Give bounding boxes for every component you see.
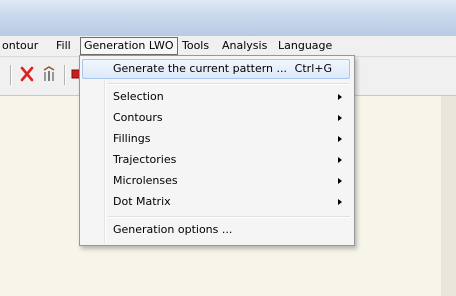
submenu-arrow-icon	[338, 157, 342, 163]
menu-item-label: Fillings	[113, 132, 151, 145]
shortcut-label: Ctrl+G	[294, 62, 332, 75]
menu-separator	[108, 83, 350, 85]
menu-item-label: Trajectories	[113, 153, 177, 166]
menu-item-dot-matrix[interactable]: Dot Matrix	[82, 192, 350, 212]
submenu-arrow-icon	[338, 136, 342, 142]
menu-bar: ontour Fill Generation LWO Tools Analysi…	[0, 36, 456, 57]
menu-item-label: Generate the current pattern ...	[113, 62, 288, 75]
menu-item-selection[interactable]: Selection	[82, 87, 350, 107]
menu-tools[interactable]: Tools	[180, 38, 211, 54]
menu-item-generate-pattern[interactable]: Generate the current pattern ... Ctrl+G	[82, 59, 350, 79]
menu-item-label: Generation options ...	[113, 223, 233, 236]
menu-generation-lwo[interactable]: Generation LWO	[80, 37, 178, 55]
menu-fill[interactable]: Fill	[54, 38, 73, 54]
submenu-arrow-icon	[338, 115, 342, 121]
toolbar-separator	[64, 65, 66, 85]
menu-item-label: Contours	[113, 111, 163, 124]
menu-separator	[108, 216, 350, 218]
menu-analysis[interactable]: Analysis	[220, 38, 269, 54]
title-bar	[0, 0, 456, 36]
menu-item-label: Microlenses	[113, 174, 178, 187]
menu-item-label: Selection	[113, 90, 164, 103]
workspace-edge	[441, 96, 456, 296]
menu-item-label: Dot Matrix	[113, 195, 171, 208]
menu-contour[interactable]: ontour	[0, 38, 40, 54]
toolbar-separator	[10, 65, 12, 85]
generation-lwo-dropdown: Generate the current pattern ... Ctrl+G …	[79, 55, 355, 246]
menu-item-fillings[interactable]: Fillings	[82, 129, 350, 149]
submenu-arrow-icon	[338, 199, 342, 205]
menu-item-trajectories[interactable]: Trajectories	[82, 150, 350, 170]
menu-language[interactable]: Language	[276, 38, 334, 54]
delete-icon[interactable]	[18, 64, 36, 84]
submenu-arrow-icon	[338, 94, 342, 100]
menu-item-microlenses[interactable]: Microlenses	[82, 171, 350, 191]
menu-item-generation-options[interactable]: Generation options ...	[82, 220, 350, 240]
shovel-icon[interactable]	[40, 64, 58, 84]
menu-item-contours[interactable]: Contours	[82, 108, 350, 128]
submenu-arrow-icon	[338, 178, 342, 184]
